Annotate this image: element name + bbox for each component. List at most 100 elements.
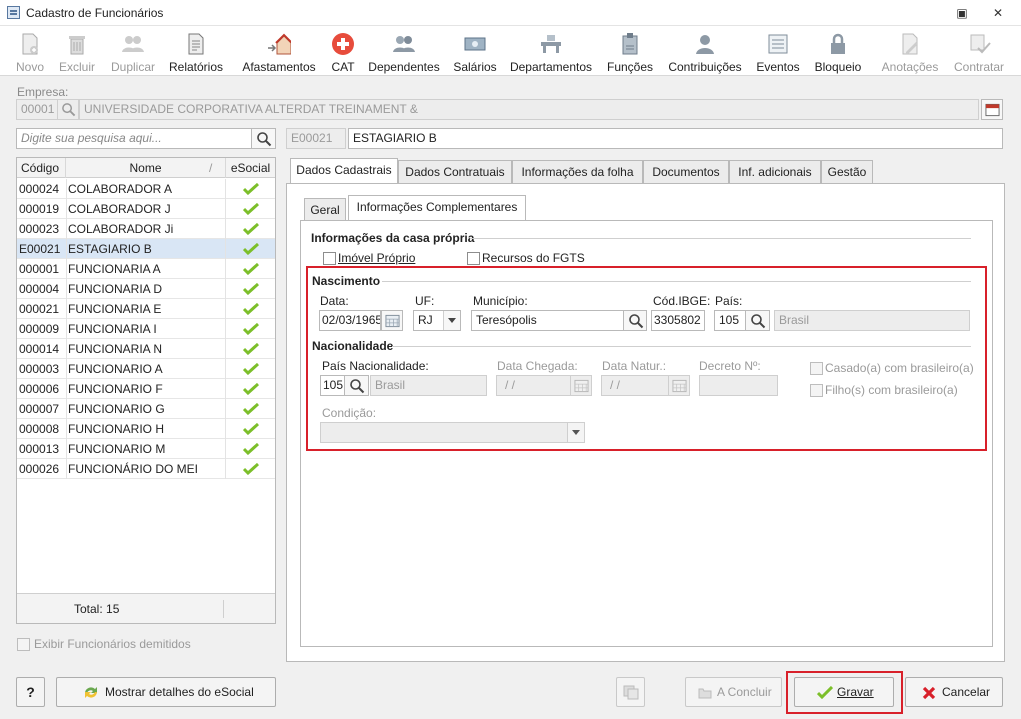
subtab-informacoes-complementares[interactable]: Informações Complementares xyxy=(348,195,526,221)
table-row[interactable]: 000019 COLABORADOR J xyxy=(17,199,275,219)
esocial-check-icon xyxy=(243,223,259,235)
a-concluir-button[interactable]: A Concluir xyxy=(685,677,782,707)
table-row[interactable]: 000009 FUNCIONARIA I xyxy=(17,319,275,339)
toolbar: Novo Excluir Duplicar Relatórios Afastam… xyxy=(0,26,1021,76)
row-name: FUNCIONARIA I xyxy=(68,322,157,336)
cat-button[interactable]: CAT xyxy=(327,30,359,74)
salarios-button[interactable]: Salários xyxy=(452,30,498,74)
table-row[interactable]: 000021 FUNCIONARIA E xyxy=(17,299,275,319)
table-row[interactable]: 000003 FUNCIONARIO A xyxy=(17,359,275,379)
list-footer: Total: 15 xyxy=(17,593,275,623)
employee-code-field[interactable]: E00021 xyxy=(286,128,346,149)
recycle-icon xyxy=(85,687,97,698)
cell-divider xyxy=(225,419,226,439)
desk-icon xyxy=(541,35,561,53)
novo-button[interactable]: Novo xyxy=(10,30,50,74)
x-cancel-icon xyxy=(922,686,936,700)
relatorios-button[interactable]: Relatórios xyxy=(168,30,224,74)
new-document-icon xyxy=(22,33,38,55)
row-code: 000013 xyxy=(19,442,60,456)
table-row[interactable]: E00021 ESTAGIARIO B xyxy=(17,239,275,259)
empresa-name-field[interactable]: UNIVERSIDADE CORPORATIVA ALTERDAT TREINA… xyxy=(79,99,979,120)
subtab-geral[interactable]: Geral xyxy=(304,198,346,222)
eventos-button[interactable]: Eventos xyxy=(754,30,802,74)
recursos-fgts-checkbox[interactable] xyxy=(467,252,480,265)
tab-informacoes-folha[interactable]: Informações da folha xyxy=(512,160,643,184)
row-code: 000001 xyxy=(19,262,60,276)
list-header: Código Nome / eSocial xyxy=(17,158,275,178)
cell-divider xyxy=(225,439,226,459)
tab-dados-contratuais[interactable]: Dados Contratuais xyxy=(398,160,512,184)
report-icon xyxy=(188,33,204,55)
contribuicoes-button[interactable]: Contribuições xyxy=(664,30,746,74)
search-button[interactable] xyxy=(251,128,276,149)
cell-divider xyxy=(225,459,226,479)
afastamentos-button[interactable]: Afastamentos xyxy=(240,30,318,74)
window-title: Cadastro de Funcionários xyxy=(26,6,164,20)
cell-divider xyxy=(225,319,226,339)
row-name: FUNCIONARIO M xyxy=(68,442,166,456)
imovel-proprio-checkbox[interactable] xyxy=(323,252,336,265)
close-button[interactable]: ✕ xyxy=(988,4,1008,22)
search-input[interactable]: Digite sua pesquisa aqui... xyxy=(16,128,252,149)
empresa-search-button[interactable] xyxy=(57,99,79,120)
cell-divider xyxy=(225,379,226,399)
copy-button[interactable] xyxy=(616,677,645,707)
footer-divider xyxy=(223,600,224,618)
note-edit-icon xyxy=(902,33,918,55)
cell-divider xyxy=(66,259,67,279)
tab-gestao[interactable]: Gestão xyxy=(821,160,873,184)
table-row[interactable]: 000014 FUNCIONARIA N xyxy=(17,339,275,359)
row-code: E00021 xyxy=(19,242,61,256)
empresa-code-field[interactable]: 00001 xyxy=(16,99,58,120)
excluir-button[interactable]: Excluir xyxy=(56,30,98,74)
empresa-label: Empresa: xyxy=(17,85,69,99)
table-row[interactable]: 000008 FUNCIONARIO H xyxy=(17,419,275,439)
help-button[interactable]: ? xyxy=(16,677,45,707)
table-row[interactable]: 000023 COLABORADOR Ji xyxy=(17,219,275,239)
tab-documentos[interactable]: Documentos xyxy=(643,160,729,184)
row-code: 000021 xyxy=(19,302,60,316)
departamentos-button[interactable]: Departamentos xyxy=(508,30,594,74)
bloqueio-button[interactable]: Bloqueio xyxy=(812,30,864,74)
table-row[interactable]: 000001 FUNCIONARIA A xyxy=(17,259,275,279)
duplicar-button[interactable]: Duplicar xyxy=(108,30,158,74)
search-icon xyxy=(257,132,272,147)
restore-button[interactable]: ▣ xyxy=(952,4,972,22)
row-name: FUNCIONARIA A xyxy=(68,262,161,276)
table-row[interactable]: 000007 FUNCIONARIO G xyxy=(17,399,275,419)
employee-name-field[interactable]: ESTAGIARIO B xyxy=(348,128,1003,149)
row-code: 000004 xyxy=(19,282,60,296)
tab-dados-cadastrais[interactable]: Dados Cadastrais xyxy=(290,158,398,184)
esocial-check-icon xyxy=(243,463,259,475)
contratar-button[interactable]: Contratar xyxy=(950,30,1008,74)
cell-divider xyxy=(66,439,67,459)
cell-divider xyxy=(225,339,226,359)
esocial-check-icon xyxy=(243,203,259,215)
table-row[interactable]: 000006 FUNCIONARIO F xyxy=(17,379,275,399)
row-name: FUNCIONARIA E xyxy=(68,302,162,316)
column-codigo[interactable]: Código xyxy=(17,158,66,178)
anotacoes-button[interactable]: Anotações xyxy=(878,30,942,74)
cancelar-button[interactable]: Cancelar xyxy=(905,677,1003,707)
list-icon xyxy=(768,34,788,54)
dependentes-button[interactable]: Dependentes xyxy=(368,30,440,74)
tab-inf-adicionais[interactable]: Inf. adicionais xyxy=(729,160,821,184)
row-name: FUNCIONARIO G xyxy=(68,402,165,416)
mostrar-esocial-button[interactable]: Mostrar detalhes do eSocial xyxy=(56,677,276,707)
table-row[interactable]: 000024 COLABORADOR A xyxy=(17,179,275,199)
lock-icon xyxy=(831,33,845,54)
funcoes-button[interactable]: Funções xyxy=(605,30,655,74)
column-nome[interactable]: Nome xyxy=(66,158,226,178)
table-row[interactable]: 000026 FUNCIONÁRIO DO MEI xyxy=(17,459,275,479)
exibir-demitidos-checkbox[interactable] xyxy=(17,638,30,651)
copy-icon xyxy=(623,685,639,700)
table-row[interactable]: 000013 FUNCIONARIO M xyxy=(17,439,275,459)
row-code: 000006 xyxy=(19,382,60,396)
calendar-icon xyxy=(985,103,1000,117)
cell-divider xyxy=(66,379,67,399)
empresa-calendar-button[interactable] xyxy=(981,99,1003,120)
table-row[interactable]: 000004 FUNCIONARIA D xyxy=(17,279,275,299)
column-esocial[interactable]: eSocial xyxy=(226,158,275,178)
esocial-check-icon xyxy=(243,443,259,455)
